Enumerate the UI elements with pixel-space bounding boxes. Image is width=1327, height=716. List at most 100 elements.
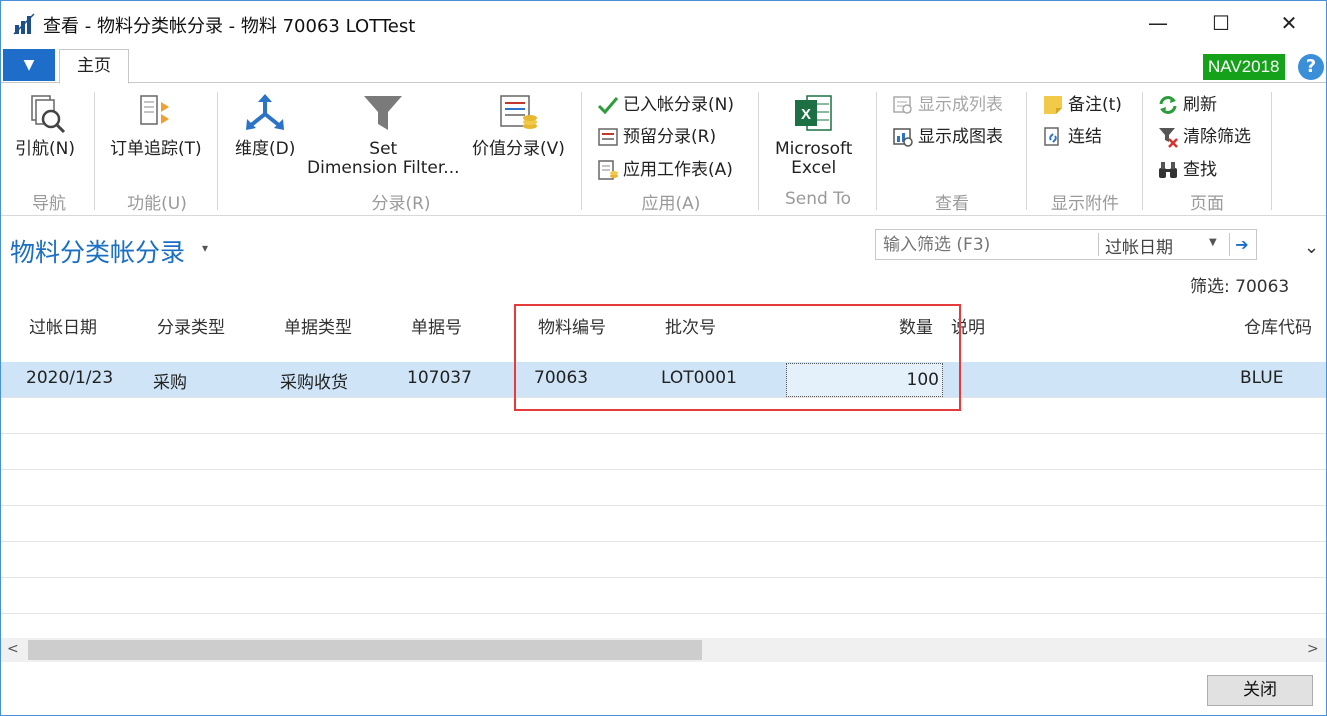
- excel-label-1: Microsoft: [775, 139, 853, 159]
- clear-filter-label: 清除筛选: [1183, 127, 1251, 147]
- filter-funnel-icon: [364, 96, 403, 130]
- checkmark-icon: [597, 97, 619, 115]
- refresh-button[interactable]: 刷新: [1157, 92, 1217, 118]
- links-label: 连结: [1068, 127, 1102, 147]
- applied-entries-button[interactable]: 已入帐分录(N): [597, 92, 734, 118]
- cell-location-code: BLUE: [1240, 368, 1284, 388]
- excel-icon: X: [794, 95, 832, 131]
- close-button[interactable]: 关闭: [1207, 675, 1313, 706]
- group-label-send-to: Send To: [784, 189, 852, 209]
- filter-input[interactable]: [876, 230, 1098, 259]
- horizontal-scrollbar[interactable]: < >: [1, 638, 1326, 662]
- column-header-document-no[interactable]: 单据号: [411, 313, 462, 338]
- ribbon: 引航(N) 导航 订单追踪(T) 功能(U) 维度(D) Set Dimensi…: [1, 84, 1326, 216]
- dimensions-button[interactable]: 维度(D): [235, 92, 295, 159]
- cell-lot-no: LOT0001: [661, 368, 737, 388]
- cell-entry-type: 采购: [153, 373, 187, 393]
- ribbon-separator: [1271, 92, 1272, 210]
- filter-divider: [1098, 233, 1099, 256]
- value-entries-icon: [500, 95, 538, 129]
- clear-filter-icon: [1159, 128, 1178, 148]
- find-button[interactable]: 查找: [1157, 157, 1217, 183]
- chart-view-icon: [893, 128, 913, 147]
- set-dimension-filter-button[interactable]: Set Dimension Filter...: [307, 92, 460, 178]
- apply-filter-arrow-icon[interactable]: ➔: [1229, 233, 1254, 256]
- value-entries-button[interactable]: 价值分录(V): [472, 92, 565, 159]
- scroll-left-icon[interactable]: <: [7, 641, 19, 657]
- cell-quantity[interactable]: 100: [786, 363, 943, 397]
- show-as-chart-label: 显示成图表: [918, 127, 1003, 147]
- scrollbar-thumb[interactable]: [28, 640, 702, 660]
- group-label-functions: 功能(U): [127, 194, 187, 214]
- ribbon-tab-row: ▼ 主页 NAV2018 ?: [1, 45, 1326, 84]
- navigate-icon: [31, 95, 66, 134]
- reservation-entries-label: 预留分录(R): [623, 127, 717, 147]
- page-title-dropdown-icon[interactable]: ▾: [202, 241, 208, 255]
- dimensions-icon: [246, 94, 285, 130]
- notes-label: 备注(t): [1068, 95, 1122, 115]
- application-menu-button[interactable]: ▼: [3, 49, 55, 81]
- window: 查看 - 物料分类帐分录 - 物料 70063 LOTTest — ☐ ✕ ▼ …: [0, 0, 1327, 716]
- filter-status: 筛选: 70063: [1190, 277, 1290, 297]
- ribbon-separator: [876, 92, 877, 210]
- value-entries-label: 价值分录(V): [472, 139, 565, 159]
- ribbon-separator: [217, 92, 218, 210]
- quick-filter-box: 过帐日期 ▼ ➔: [875, 229, 1257, 260]
- scroll-right-icon[interactable]: >: [1307, 641, 1319, 657]
- minimize-button[interactable]: —: [1135, 7, 1181, 39]
- notes-button[interactable]: 备注(t): [1042, 92, 1122, 118]
- column-header-quantity[interactable]: 数量: [899, 313, 933, 338]
- application-worksheet-button[interactable]: 应用工作表(A): [597, 157, 733, 183]
- links-button[interactable]: 连结: [1042, 124, 1102, 150]
- collapse-chevron-icon[interactable]: ⌄: [1304, 237, 1319, 258]
- show-as-list-button[interactable]: 显示成列表: [892, 92, 1003, 118]
- column-header-document-type[interactable]: 单据类型: [284, 313, 352, 338]
- help-icon[interactable]: ?: [1298, 54, 1324, 80]
- column-header-description[interactable]: 说明: [951, 313, 985, 338]
- empty-row: [1, 434, 1326, 470]
- page-title[interactable]: 物料分类帐分录: [10, 233, 185, 269]
- send-to-excel-button[interactable]: X Microsoft Excel: [775, 92, 852, 178]
- maximize-button[interactable]: ☐: [1198, 7, 1244, 39]
- column-header-lot-no[interactable]: 批次号: [665, 313, 716, 338]
- ribbon-separator: [758, 92, 759, 210]
- column-header-location-code[interactable]: 仓库代码: [1244, 313, 1312, 338]
- window-title: 查看 - 物料分类帐分录 - 物料 70063 LOTTest: [43, 16, 416, 37]
- refresh-icon: [1159, 96, 1177, 114]
- chevron-down-icon[interactable]: ▼: [1209, 237, 1217, 248]
- ribbon-separator: [1026, 92, 1027, 210]
- group-label-view: 查看: [935, 194, 969, 214]
- set-dimension-filter-label-2: Dimension Filter...: [307, 158, 460, 178]
- svg-text:X: X: [801, 106, 811, 123]
- show-as-chart-button[interactable]: 显示成图表: [892, 124, 1003, 150]
- nav-app-icon: [13, 13, 35, 35]
- reservation-icon: [598, 128, 618, 146]
- ribbon-separator: [581, 92, 582, 210]
- version-badge: NAV2018: [1203, 54, 1285, 80]
- reservation-entries-button[interactable]: 预留分录(R): [597, 124, 716, 150]
- filter-field-select[interactable]: 过帐日期: [1105, 233, 1173, 258]
- link-icon: [1044, 127, 1059, 146]
- cell-document-no: 107037: [407, 368, 472, 388]
- close-window-button[interactable]: ✕: [1266, 7, 1312, 39]
- binoculars-icon: [1159, 162, 1177, 178]
- title-bar: 查看 - 物料分类帐分录 - 物料 70063 LOTTest — ☐ ✕: [1, 1, 1326, 45]
- group-label-entries: 分录(R): [371, 194, 431, 214]
- navigate-button[interactable]: 引航(N): [15, 92, 75, 159]
- column-header-item-no[interactable]: 物料编号: [538, 313, 606, 338]
- column-header-posting-date[interactable]: 过帐日期: [29, 313, 97, 338]
- clear-filter-button[interactable]: 清除筛选: [1157, 124, 1251, 150]
- group-label-page: 页面: [1190, 194, 1224, 214]
- column-header-entry-type[interactable]: 分录类型: [157, 313, 225, 338]
- table-row[interactable]: 2020/1/23 采购 采购收货 107037 70063 LOT0001 1…: [1, 362, 1326, 398]
- dimensions-label: 维度(D): [235, 139, 296, 159]
- tab-home[interactable]: 主页: [59, 49, 129, 84]
- cell-item-no: 70063: [534, 368, 589, 388]
- navigate-label: 引航(N): [15, 139, 75, 159]
- cell-posting-date: 2020/1/23: [26, 368, 114, 388]
- empty-row: [1, 506, 1326, 542]
- order-tracking-button[interactable]: 订单追踪(T): [110, 92, 202, 159]
- empty-row: [1, 398, 1326, 434]
- excel-label-2: Excel: [791, 158, 837, 178]
- application-worksheet-label: 应用工作表(A): [623, 160, 733, 180]
